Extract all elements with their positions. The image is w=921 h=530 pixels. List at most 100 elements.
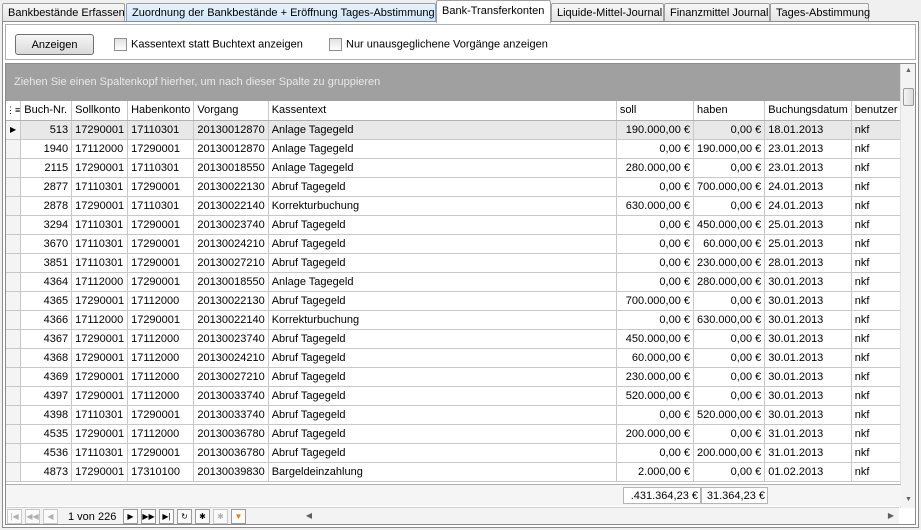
column-header-soll[interactable]: soll (616, 101, 695, 121)
cell-buch-nr[interactable]: 4397 (20, 386, 73, 406)
cell-buch-nr[interactable]: 4369 (20, 367, 73, 387)
cell-buch-nr[interactable]: 4873 (20, 462, 73, 482)
row-indicator[interactable] (6, 443, 22, 463)
cell-habenkonto[interactable]: 17110301 (127, 158, 195, 178)
cell-haben[interactable]: 450.000,00 € (693, 215, 766, 235)
previous-page-group-icon[interactable]: ◀◀ (25, 509, 40, 524)
scrollbar-thumb[interactable] (903, 88, 914, 106)
column-header-buchungsdatum[interactable]: Buchungsdatum (764, 101, 852, 121)
cell-kassentext[interactable]: Abruf Tagegeld (268, 329, 617, 349)
cell-kassentext[interactable]: Abruf Tagegeld (268, 234, 617, 254)
table-row[interactable]: 4365 17290001 17112000 20130022130 Abruf Tag… (6, 291, 915, 311)
cell-buchungsdatum[interactable]: 31.01.2013 (764, 443, 852, 463)
cell-vorgang[interactable]: 20130033740 (193, 405, 269, 425)
cell-buchungsdatum[interactable]: 30.01.2013 (764, 386, 852, 406)
cell-buchungsdatum[interactable]: 31.01.2013 (764, 424, 852, 444)
cell-habenkonto[interactable]: 17290001 (127, 177, 195, 197)
row-indicator[interactable] (6, 215, 22, 235)
delete-record-icon[interactable]: ✱ (213, 509, 228, 524)
cell-sollkonto[interactable]: 17110301 (71, 234, 129, 254)
cell-haben[interactable]: 230.000,00 € (693, 253, 766, 273)
cell-habenkonto[interactable]: 17112000 (127, 386, 195, 406)
row-indicator[interactable] (6, 234, 22, 254)
cell-habenkonto[interactable]: 17112000 (127, 348, 195, 368)
cell-habenkonto[interactable]: 17112000 (127, 424, 195, 444)
cell-haben[interactable]: 200.000,00 € (693, 443, 766, 463)
cell-habenkonto[interactable]: 17290001 (127, 272, 195, 292)
cell-buchungsdatum[interactable]: 30.01.2013 (764, 405, 852, 425)
cell-kassentext[interactable]: Abruf Tagegeld (268, 386, 617, 406)
last-page-icon[interactable]: ▶| (159, 509, 174, 524)
cell-sollkonto[interactable]: 17110301 (71, 443, 129, 463)
cell-haben[interactable]: 190.000,00 € (693, 139, 766, 159)
row-indicator[interactable] (6, 291, 22, 311)
cell-haben[interactable]: 60.000,00 € (693, 234, 766, 254)
scroll-left-icon[interactable]: ◀ (304, 511, 314, 521)
tab-finanzmittel-journal[interactable]: Finanzmittel Journal (664, 3, 770, 22)
cell-kassentext[interactable]: Abruf Tagegeld (268, 424, 617, 444)
tab-bank-transferkonten[interactable]: Bank-Transferkonten (436, 0, 551, 23)
tab-liquide-mittel-journal[interactable]: Liquide-Mittel-Journal (551, 3, 664, 22)
table-row[interactable]: 4366 17112000 17290001 20130022140 Korrektur… (6, 310, 915, 330)
cell-buchungsdatum[interactable]: 28.01.2013 (764, 253, 852, 273)
cell-sollkonto[interactable]: 17290001 (71, 329, 129, 349)
cell-buch-nr[interactable]: 2878 (20, 196, 73, 216)
column-chooser-icon[interactable]: ⋮≡ (6, 101, 22, 121)
cell-habenkonto[interactable]: 17290001 (127, 253, 195, 273)
cell-kassentext[interactable]: Anlage Tagegeld (268, 158, 617, 178)
cell-vorgang[interactable]: 20130012870 (193, 120, 269, 140)
cell-vorgang[interactable]: 20130023740 (193, 329, 269, 349)
cell-sollkonto[interactable]: 17290001 (71, 158, 129, 178)
cell-haben[interactable]: 630.000,00 € (693, 310, 766, 330)
table-row[interactable]: 3851 17110301 17290001 20130027210 Abruf Tag… (6, 253, 915, 273)
tab-tages-abstimmung[interactable]: Tages-Abstimmung (770, 3, 870, 22)
unbalanced-checkbox[interactable]: Nur unausgeglichene Vorgänge anzeigen (329, 38, 548, 52)
cell-soll[interactable]: 0,00 € (616, 215, 695, 235)
cell-vorgang[interactable]: 20130022130 (193, 177, 269, 197)
row-indicator[interactable] (6, 329, 22, 349)
cell-kassentext[interactable]: Anlage Tagegeld (268, 120, 617, 140)
cell-vorgang[interactable]: 20130039830 (193, 462, 269, 482)
table-row[interactable]: 4369 17290001 17112000 20130027210 Abruf Tag… (6, 367, 915, 387)
cell-buch-nr[interactable]: 4367 (20, 329, 73, 349)
cell-soll[interactable]: 0,00 € (616, 253, 695, 273)
first-page-icon[interactable]: |◀ (7, 509, 22, 524)
cell-soll[interactable]: 0,00 € (616, 177, 695, 197)
cell-kassentext[interactable]: Abruf Tagegeld (268, 348, 617, 368)
column-header-habenkonto[interactable]: Habenkonto (127, 101, 195, 121)
cell-buch-nr[interactable]: 4398 (20, 405, 73, 425)
add-record-icon[interactable]: ✱ (195, 509, 210, 524)
row-indicator[interactable] (6, 405, 22, 425)
table-row[interactable]: 4873 17290001 17310100 20130039830 Bargeldei… (6, 462, 915, 482)
scroll-right-icon[interactable]: ▶ (886, 511, 896, 521)
filter-icon[interactable]: ▼ (231, 509, 246, 524)
row-indicator[interactable] (6, 196, 22, 216)
table-row[interactable]: 2877 17110301 17290001 20130022130 Abruf Tag… (6, 177, 915, 197)
cell-soll[interactable]: 60.000,00 € (616, 348, 695, 368)
cell-vorgang[interactable]: 20130036780 (193, 424, 269, 444)
column-header-kassentext[interactable]: Kassentext (268, 101, 617, 121)
cell-soll[interactable]: 2.000,00 € (616, 462, 695, 482)
cell-haben[interactable]: 0,00 € (693, 348, 766, 368)
cell-buchungsdatum[interactable]: 18.01.2013 (764, 120, 852, 140)
row-indicator[interactable] (6, 310, 22, 330)
cell-buch-nr[interactable]: 2877 (20, 177, 73, 197)
cell-habenkonto[interactable]: 17290001 (127, 443, 195, 463)
cell-vorgang[interactable]: 20130012870 (193, 139, 269, 159)
cell-kassentext[interactable]: Korrekturbuchung (268, 196, 617, 216)
cell-buchungsdatum[interactable]: 23.01.2013 (764, 139, 852, 159)
checkbox-box[interactable] (329, 38, 342, 51)
cell-buch-nr[interactable]: 3294 (20, 215, 73, 235)
cell-buch-nr[interactable]: 4368 (20, 348, 73, 368)
row-indicator[interactable] (6, 462, 22, 482)
cell-habenkonto[interactable]: 17290001 (127, 139, 195, 159)
cell-habenkonto[interactable]: 17290001 (127, 215, 195, 235)
cell-haben[interactable]: 700.000,00 € (693, 177, 766, 197)
table-row[interactable]: 4536 17110301 17290001 20130036780 Abruf Tag… (6, 443, 915, 463)
cell-soll[interactable]: 0,00 € (616, 310, 695, 330)
cell-sollkonto[interactable]: 17290001 (71, 367, 129, 387)
column-header-buch-nr[interactable]: Buch-Nr. (20, 101, 73, 121)
row-indicator[interactable] (6, 158, 22, 178)
cell-habenkonto[interactable]: 17112000 (127, 329, 195, 349)
row-indicator[interactable] (6, 386, 22, 406)
